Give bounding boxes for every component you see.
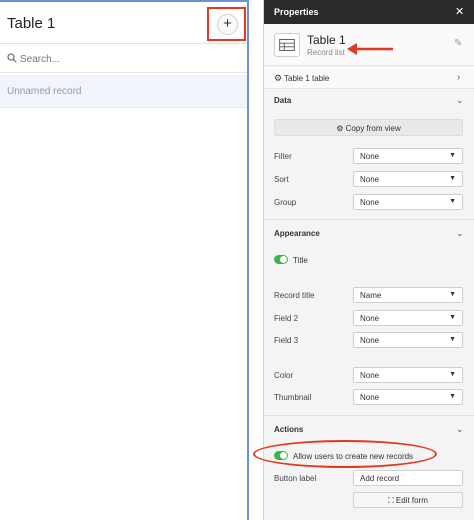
chevron-down-icon: ⌄ [456,424,464,434]
actions-section-title: Actions [274,425,304,434]
group-select[interactable]: None ▼ [353,194,463,210]
chevron-down-icon: ⌄ [456,95,464,105]
list-title: Table 1 [7,15,56,32]
color-select[interactable]: None ▼ [353,367,463,383]
sort-select[interactable]: None ▼ [353,171,463,187]
record-title-label: Record title [274,291,315,300]
annotation-oval [253,440,437,468]
search-icon [7,53,17,63]
properties-header: Properties ✕ [264,0,474,24]
add-button-highlight: + [207,7,246,41]
close-icon[interactable]: ✕ [455,5,464,18]
edit-form-label: Edit form [395,496,428,505]
field-2-value: None [360,314,380,323]
chevron-right-icon: › [457,72,461,83]
record-list-icon [274,33,300,57]
title-toggle-label: Title [293,256,308,265]
gear-icon: ⚙ [336,124,344,133]
add-record-button[interactable]: + [217,14,238,35]
button-label-input[interactable] [353,470,463,486]
button-label-label: Button label [274,474,317,483]
filter-value: None [360,152,380,161]
list-header: Table 1 + [0,2,247,44]
field-2-select[interactable]: None ▼ [353,310,463,326]
chevron-down-icon: ⌄ [456,228,464,238]
field-3-label: Field 3 [274,336,299,345]
table-link-label: Table 1 table [284,74,330,83]
caret-down-icon: ▼ [449,152,456,159]
properties-title: Properties [274,7,319,17]
record-title-value: Name [360,291,382,300]
sort-value: None [360,175,380,184]
sort-label: Sort [274,175,289,184]
record-label: Unnamed record [7,86,82,97]
color-value: None [360,371,380,380]
edit-form-button[interactable]: ⛶ Edit form [353,492,463,508]
thumbnail-select[interactable]: None ▼ [353,389,463,405]
thumbnail-label: Thumbnail [274,393,312,402]
field-3-value: None [360,336,380,345]
annotation-arrow-icon [347,43,393,55]
gear-icon: ⚙ [274,73,283,83]
color-label: Color [274,371,294,380]
filter-label: Filter [274,152,292,161]
component-name: Table 1 [307,33,346,47]
copy-from-view-button[interactable]: ⚙ Copy from view [274,119,463,136]
field-2-label: Field 2 [274,314,299,323]
appearance-section-title: Appearance [274,229,320,238]
caret-down-icon: ▼ [449,314,456,321]
record-list-pane: Table 1 + Unnamed record [0,0,249,520]
record-title-select[interactable]: Name ▼ [353,287,463,303]
group-value: None [360,198,380,207]
search-input[interactable] [20,50,240,68]
divider [264,219,474,220]
divider [264,415,474,416]
pencil-icon[interactable]: ✎ [454,38,462,49]
actions-section-header[interactable]: Actions ⌄ [264,419,474,441]
thumbnail-value: None [360,393,380,402]
caret-down-icon: ▼ [449,291,456,298]
expand-icon: ⛶ [388,496,394,505]
list-item[interactable]: Unnamed record [0,75,247,108]
caret-down-icon: ▼ [449,175,456,182]
search-bar [0,45,247,73]
data-section-header[interactable]: Data ⌄ [264,90,474,112]
table-link[interactable]: ⚙ Table 1 table › [264,67,474,89]
caret-down-icon: ▼ [449,393,456,400]
caret-down-icon: ▼ [449,371,456,378]
field-3-select[interactable]: None ▼ [353,332,463,348]
caret-down-icon: ▼ [449,198,456,205]
filter-select[interactable]: None ▼ [353,148,463,164]
appearance-section-header[interactable]: Appearance ⌄ [264,223,474,245]
group-label: Group [274,198,297,207]
caret-down-icon: ▼ [449,336,456,343]
title-toggle[interactable] [274,255,288,264]
app-window: Table 1 + Unnamed record Properties ✕ [0,0,474,520]
data-section-title: Data [274,96,292,105]
component-type: Record list [307,48,345,57]
copy-from-view-label: Copy from view [345,124,401,133]
